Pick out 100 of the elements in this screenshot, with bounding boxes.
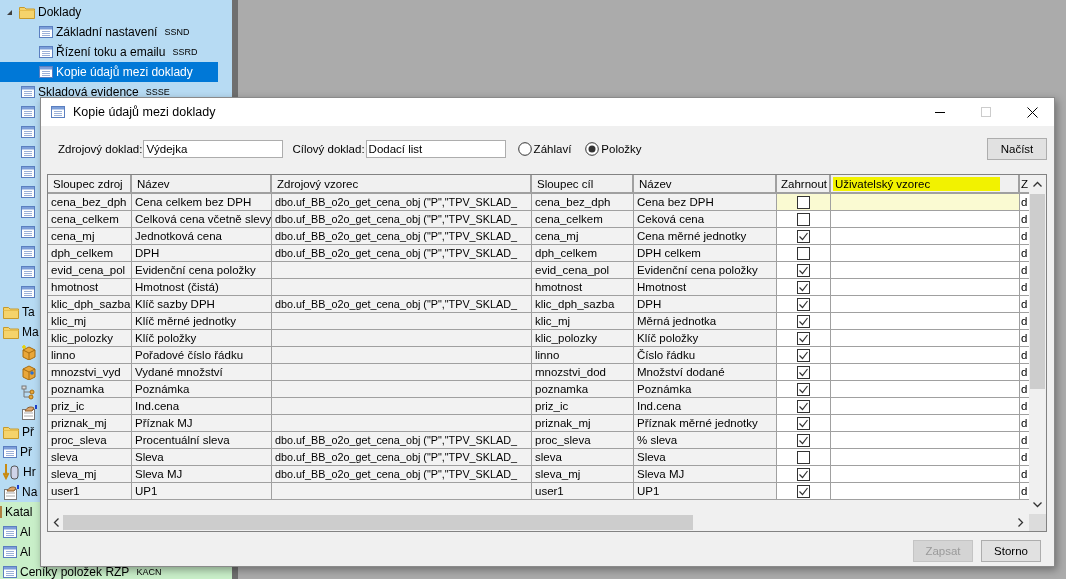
formula-input-cell[interactable] (831, 245, 1020, 262)
scrollbar-corner (1029, 514, 1046, 531)
tree-item-label[interactable]: Skladová evidence (38, 85, 139, 99)
checkbox-checked-icon[interactable] (797, 314, 810, 328)
load-button[interactable]: Načíst (987, 138, 1047, 160)
tree-item-label[interactable]: Př (22, 425, 34, 439)
checkbox-checked-icon[interactable] (797, 263, 810, 277)
collapse-arrow-icon[interactable] (6, 8, 13, 16)
formula-input-cell[interactable] (831, 449, 1020, 466)
formula-input-cell[interactable] (831, 279, 1020, 296)
tree-item-label[interactable]: Př (20, 445, 32, 459)
formula-input-cell[interactable] (831, 364, 1020, 381)
formula-input-cell[interactable] (831, 211, 1020, 228)
formula-input-cell[interactable] (831, 330, 1020, 347)
formula-input-cell[interactable] (831, 483, 1020, 500)
scope-radio-option[interactable]: Položky (585, 142, 642, 156)
checkbox-checked-icon[interactable] (797, 280, 810, 294)
formula-input-cell[interactable] (831, 228, 1020, 245)
tree-item-code: SSRD (172, 47, 198, 57)
tree-item-label[interactable]: Základní nastavení (56, 25, 158, 39)
column-header[interactable]: Název (132, 175, 272, 194)
checkbox-checked-icon[interactable] (797, 484, 810, 498)
tree-item-label[interactable]: Ceníky položek RZP (20, 565, 130, 579)
minimize-icon[interactable] (935, 111, 945, 113)
checkbox-checked-icon[interactable] (797, 229, 810, 243)
tree-item-label[interactable]: Al (20, 525, 31, 539)
table-cell: Sleva (132, 449, 272, 466)
radio-selected-icon[interactable] (585, 142, 600, 156)
checkbox-checked-icon[interactable] (797, 348, 810, 362)
formula-input-cell[interactable] (831, 313, 1020, 330)
formula-input-cell[interactable] (831, 398, 1020, 415)
table-cell: hmotnost (532, 279, 634, 296)
table-cell: mnozstvi_vyd (48, 364, 132, 381)
table-cell: Poznámka (634, 381, 777, 398)
checkbox-empty-icon[interactable] (797, 195, 810, 209)
hand-on-table-icon (21, 404, 37, 420)
table-icon (21, 166, 35, 178)
column-header[interactable]: Zahrnout (777, 175, 831, 194)
table-cell: klic_dph_sazba (532, 296, 634, 313)
table-cell: Cena měrné jednotky (634, 228, 777, 245)
scroll-up-icon[interactable] (1033, 181, 1042, 187)
table-cell: Klíč sazby DPH (132, 296, 272, 313)
column-header[interactable]: Uživatelský vzorec (831, 175, 1020, 194)
table-cell: cena_celkem (532, 211, 634, 228)
tree-item-label[interactable]: Hr (23, 465, 36, 479)
formula-input-cell[interactable] (831, 347, 1020, 364)
formula-input-cell[interactable] (831, 381, 1020, 398)
table-cell: Vydané množství (132, 364, 272, 381)
target-document-field[interactable]: Dodací list (365, 140, 506, 158)
tree-node-marker-icon (0, 506, 2, 518)
tree-item-code: SSND (164, 27, 190, 37)
checkbox-empty-icon[interactable] (797, 246, 810, 260)
scroll-right-icon[interactable] (1018, 518, 1024, 527)
folder-icon (3, 425, 19, 439)
checkbox-checked-icon[interactable] (797, 399, 810, 413)
formula-input-cell[interactable] (831, 262, 1020, 279)
scroll-left-icon[interactable] (53, 518, 59, 527)
table-cell: Klíč měrné jednotky (132, 313, 272, 330)
checkbox-empty-icon[interactable] (797, 212, 810, 226)
close-icon[interactable] (1027, 106, 1038, 118)
column-header[interactable]: Sloupec cíl (532, 175, 634, 194)
tree-item-label[interactable]: Doklady (38, 5, 82, 19)
tree-item-code: KACN (136, 567, 162, 577)
table-cell: DPH (634, 296, 777, 313)
column-header[interactable]: Sloupec zdroj (48, 175, 132, 194)
formula-input-cell[interactable] (831, 466, 1020, 483)
table-icon (21, 246, 35, 258)
checkbox-checked-icon[interactable] (797, 382, 810, 396)
source-document-label: Zdrojový doklad: (58, 143, 143, 155)
column-header[interactable]: Zdrojový vzorec (272, 175, 532, 194)
formula-input-cell[interactable] (831, 296, 1020, 313)
dialog-button[interactable]: Storno (981, 540, 1041, 562)
checkbox-checked-icon[interactable] (797, 416, 810, 430)
table-cell: % sleva (634, 432, 777, 449)
scroll-down-icon[interactable] (1033, 502, 1042, 508)
checkbox-checked-icon[interactable] (797, 467, 810, 481)
source-document-field[interactable]: Výdejka (143, 140, 284, 158)
checkbox-checked-icon[interactable] (797, 331, 810, 345)
radio-empty-icon[interactable] (517, 142, 532, 156)
tree-item-label[interactable]: Na (22, 485, 38, 499)
checkbox-checked-icon[interactable] (797, 433, 810, 447)
column-header[interactable]: Název (634, 175, 777, 194)
formula-input-cell[interactable] (831, 432, 1020, 449)
table-icon (21, 146, 35, 158)
table-cell: Procentuální sleva (132, 432, 272, 449)
checkbox-checked-icon[interactable] (797, 297, 810, 311)
tree-item-label[interactable]: Al (20, 545, 31, 559)
folder-icon (3, 305, 19, 319)
formula-input-cell[interactable] (831, 415, 1020, 432)
tree-item-label[interactable]: Katal (5, 505, 33, 519)
scope-radio-option[interactable]: Záhlaví (517, 142, 572, 156)
table-cell: user1 (48, 483, 132, 500)
tree-item-label[interactable]: Ma (22, 325, 39, 339)
formula-input-cell[interactable] (831, 194, 1020, 211)
table-cell: cena_mj (48, 228, 132, 245)
selected-tree-item[interactable]: Kopie údajů mezi doklady (0, 62, 218, 82)
tree-item-label[interactable]: Ta (22, 305, 35, 319)
checkbox-checked-icon[interactable] (797, 365, 810, 379)
checkbox-empty-icon[interactable] (797, 450, 810, 464)
tree-item-label[interactable]: Řízení toku a emailu (56, 45, 166, 59)
